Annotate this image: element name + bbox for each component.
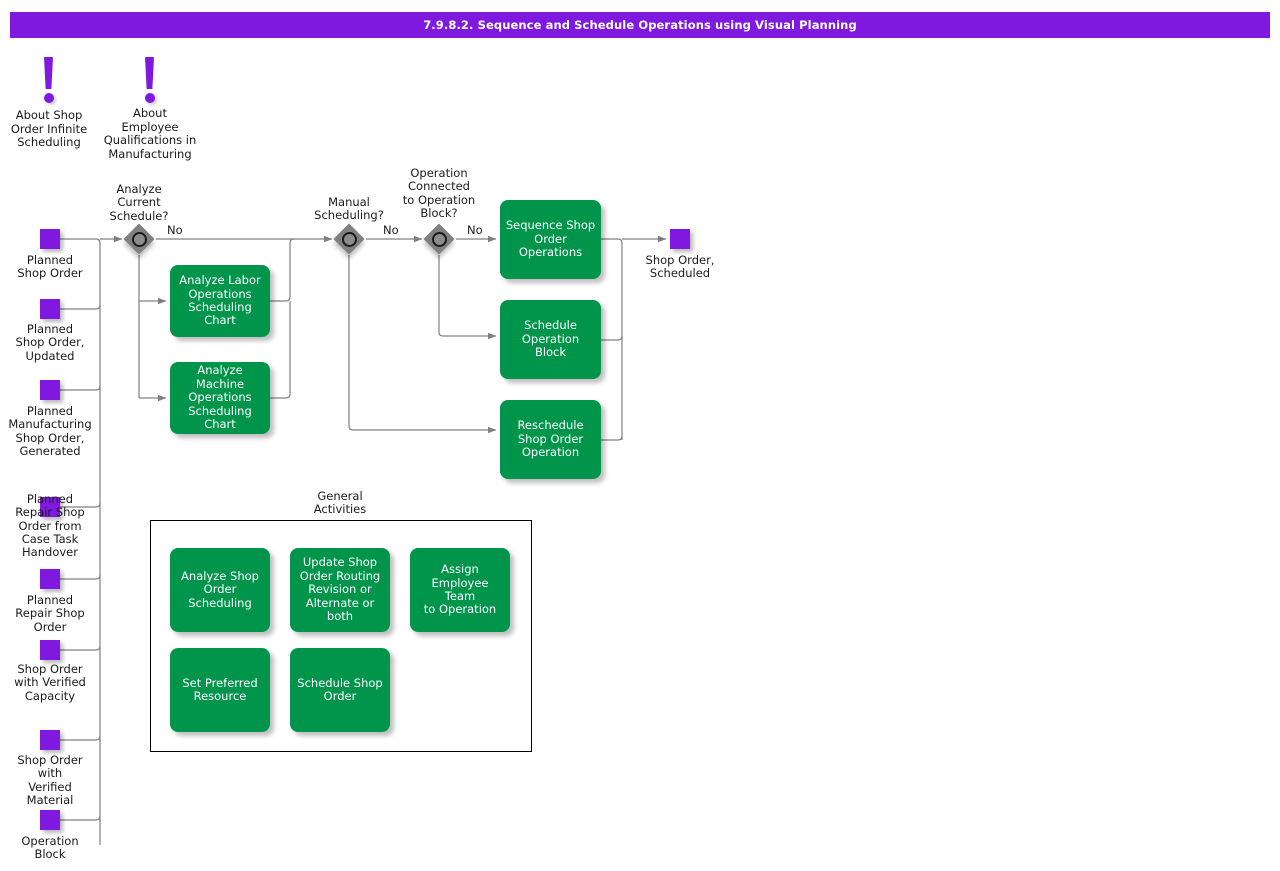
exclamation-bar-icon [145,57,154,89]
input-label-6: Shop Order with Verified Material [0,754,100,807]
exclamation-dot-icon [44,93,54,103]
exclamation-bar-icon [44,57,53,89]
input-node-operation-block[interactable] [40,810,60,830]
activity-sequence-shop-order-operations[interactable]: Sequence Shop Order Operations [500,200,601,279]
activity-analyze-labor-operations-scheduling-chart[interactable]: Analyze Labor Operations Scheduling Char… [170,265,270,337]
exclamation-info-icon[interactable] [36,57,62,109]
decision-operation-connected-to-operation-block[interactable] [423,223,455,255]
decision-label-1: Manual Scheduling? [299,196,399,223]
input-label-1: Planned Shop Order, Updated [0,323,100,363]
activity-schedule-operation-block[interactable]: Schedule Operation Block [500,300,601,379]
output-node-shop-order-scheduled[interactable] [670,229,690,249]
input-node-shop-order-with-verified-material[interactable] [40,730,60,750]
decision-analyze-current-schedule[interactable] [123,223,155,255]
process-diagram-canvas: 7.9.8.2. Sequence and Schedule Operation… [0,0,1280,871]
input-label-0: Planned Shop Order [0,254,100,281]
decision-label-2: Operation Connected to Operation Block? [389,167,489,220]
input-node-planned-shop-order[interactable] [40,229,60,249]
exclamation-info-icon[interactable] [137,57,163,109]
input-node-shop-order-with-verified-capacity[interactable] [40,640,60,660]
diamond-ring-icon [342,232,357,247]
edge-label-no-2: No [467,223,483,237]
input-node-planned-manufacturing-shop-order-generated[interactable] [40,380,60,400]
info-link-label-1[interactable]: About Employee Qualifications in Manufac… [95,107,205,161]
page-title: 7.9.8.2. Sequence and Schedule Operation… [10,12,1270,38]
general-activities-title: General Activities [290,490,390,516]
decision-label-0: Analyze Current Schedule? [89,183,189,223]
general-activity-set-preferred-resource[interactable]: Set Preferred Resource [170,648,270,732]
info-link-label-0[interactable]: About Shop Order Infinite Scheduling [0,109,98,150]
exclamation-dot-icon [145,93,155,103]
general-activity-analyze-shop-order-scheduling[interactable]: Analyze Shop Order Scheduling [170,548,270,632]
input-label-2: Planned Manufacturing Shop Order, Genera… [0,405,100,458]
general-activity-schedule-shop-order[interactable]: Schedule Shop Order [290,648,390,732]
diamond-ring-icon [432,232,447,247]
edge-label-no-1: No [383,223,399,237]
input-label-7: Operation Block [0,835,100,862]
activity-reschedule-shop-order-operation[interactable]: Reschedule Shop Order Operation [500,400,601,479]
input-node-planned-shop-order-updated[interactable] [40,299,60,319]
general-activity-update-shop-order-routing-revision-or-alternate-or-both[interactable]: Update Shop Order Routing Revision or Al… [290,548,390,632]
output-label-0: Shop Order, Scheduled [630,254,730,281]
general-activity-assign-employee-team-to-operation[interactable]: Assign Employee Team to Operation [410,548,510,632]
input-label-5: Shop Order with Verified Capacity [0,663,100,703]
edge-label-no-0: No [167,223,183,237]
diamond-ring-icon [132,232,147,247]
input-label-3: Planned Repair Shop Order from Case Task… [0,493,100,559]
activity-analyze-machine-operations-scheduling-chart[interactable]: Analyze Machine Operations Scheduling Ch… [170,362,270,434]
input-node-planned-repair-shop-order[interactable] [40,569,60,589]
input-label-4: Planned Repair Shop Order [0,594,100,634]
decision-manual-scheduling[interactable] [333,223,365,255]
